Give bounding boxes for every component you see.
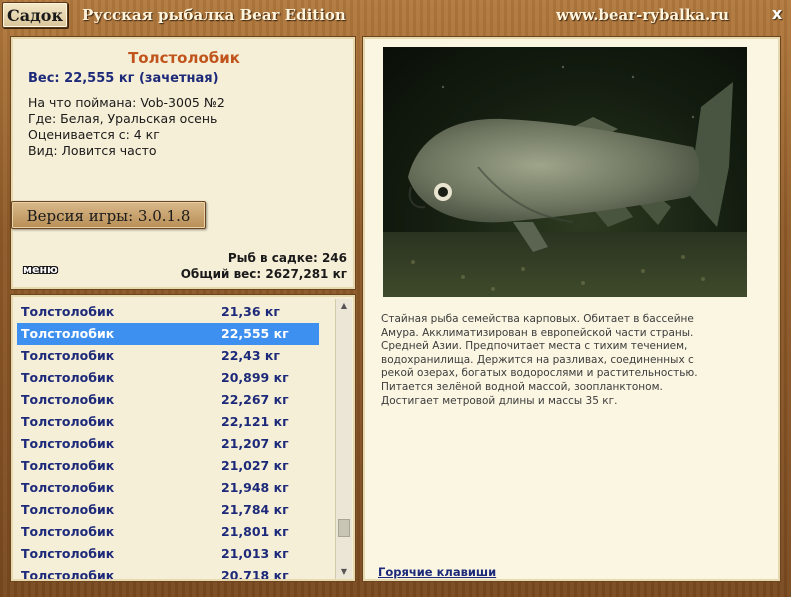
- list-item-fish-name: Толстолобик: [21, 524, 115, 539]
- fish-description: Стайная рыба семейства карповых. Обитает…: [381, 313, 698, 407]
- list-item[interactable]: Толстолобик 22,267 кг: [17, 389, 319, 411]
- game-version-badge: Версия игры: 3.0.1.8: [11, 201, 206, 229]
- list-item-weight: 20,899 кг: [221, 370, 289, 385]
- fish-weight: Вес: 22,555 кг (зачетная): [28, 71, 219, 86]
- list-item-weight: 21,207 кг: [221, 436, 289, 451]
- list-item-weight: 21,784 кг: [221, 502, 289, 517]
- fish-info-panel: Толстолобик Вес: 22,555 кг (зачетная) На…: [10, 36, 356, 290]
- list-scrollbar[interactable]: ▲ ▼: [335, 299, 352, 579]
- window-frame: Садок Русская рыбалка Bear Edition www.b…: [0, 0, 791, 597]
- list-item-fish-name: Толстолобик: [21, 458, 115, 473]
- list-item-fish-name: Толстолобик: [21, 326, 115, 341]
- list-item-fish-name: Толстолобик: [21, 370, 115, 385]
- list-item-weight: 20,718 кг: [221, 568, 289, 579]
- list-item-fish-name: Толстолобик: [21, 502, 115, 517]
- list-item-weight: 22,43 кг: [221, 348, 280, 363]
- list-item[interactable]: Толстолобик 21,36 кг: [17, 301, 319, 323]
- list-item-fish-name: Толстолобик: [21, 568, 115, 579]
- title-bar: Садок Русская рыбалка Bear Edition www.b…: [0, 0, 791, 32]
- fish-count-text: Рыб в садке: 246: [227, 251, 347, 265]
- scroll-down-icon[interactable]: ▼: [336, 565, 352, 579]
- list-item[interactable]: Толстолобик 22,121 кг: [17, 411, 319, 433]
- kind-text: Вид: Ловится часто: [28, 143, 157, 158]
- fish-illustration: [383, 65, 747, 297]
- list-item-weight: 21,948 кг: [221, 480, 289, 495]
- caught-with-text: На что поймана: Vob-3005 №2: [28, 95, 225, 110]
- location-text: Где: Белая, Уральская осень: [28, 111, 218, 126]
- list-item-fish-name: Толстолобик: [21, 348, 115, 363]
- list-item[interactable]: Толстолобик 20,718 кг: [17, 565, 319, 579]
- list-item-weight: 22,121 кг: [221, 414, 289, 429]
- list-item[interactable]: Толстолобик 21,207 кг: [17, 433, 319, 455]
- menu-button[interactable]: меню: [23, 263, 79, 277]
- list-item[interactable]: Толстолобик 21,948 кг: [17, 477, 319, 499]
- total-weight-text: Общий вес: 2627,281 кг: [180, 267, 347, 281]
- list-item-fish-name: Толстолобик: [21, 304, 115, 319]
- list-item[interactable]: Толстолобик 22,555 кг: [17, 323, 319, 345]
- list-item-fish-name: Толстолобик: [21, 436, 115, 451]
- valued-from-text: Оценивается с: 4 кг: [28, 127, 160, 142]
- list-item-weight: 21,36 кг: [221, 304, 280, 319]
- list-item-weight: 21,027 кг: [221, 458, 289, 473]
- list-item-fish-name: Толстолобик: [21, 414, 115, 429]
- hotkeys-link[interactable]: Горячие клавиши: [378, 565, 496, 579]
- scroll-thumb[interactable]: [338, 519, 350, 537]
- list-item[interactable]: Толстолобик 22,43 кг: [17, 345, 319, 367]
- fish-photo: [383, 47, 747, 297]
- fish-name: Толстолобик: [128, 49, 240, 67]
- scroll-up-icon[interactable]: ▲: [336, 299, 352, 313]
- list-item-fish-name: Толстолобик: [21, 546, 115, 561]
- list-item[interactable]: Толстолобик 21,027 кг: [17, 455, 319, 477]
- app-title: Русская рыбалка Bear Edition: [82, 6, 346, 24]
- list-item[interactable]: Толстолобик 21,784 кг: [17, 499, 319, 521]
- sadok-button[interactable]: Садок: [2, 2, 68, 28]
- list-item-weight: 21,801 кг: [221, 524, 289, 539]
- fish-detail-panel: Стайная рыба семейства карповых. Обитает…: [362, 36, 781, 582]
- list-item-weight: 21,013 кг: [221, 546, 289, 561]
- list-item-weight: 22,555 кг: [221, 326, 289, 341]
- catch-list-panel: Толстолобик 21,36 кг Толстолобик 22,555 кг Т…: [10, 294, 356, 582]
- site-url-link[interactable]: www.bear-rybalka.ru: [556, 6, 729, 24]
- list-item[interactable]: Толстолобик 21,013 кг: [17, 543, 319, 565]
- list-item[interactable]: Толстолобик 21,801 кг: [17, 521, 319, 543]
- list-item-fish-name: Толстолобик: [21, 392, 115, 407]
- list-item-weight: 22,267 кг: [221, 392, 289, 407]
- catch-list: Толстолобик 21,36 кг Толстолобик 22,555 кг Т…: [17, 301, 319, 579]
- list-item-fish-name: Толстолобик: [21, 480, 115, 495]
- list-item[interactable]: Толстолобик 20,899 кг: [17, 367, 319, 389]
- close-icon[interactable]: x: [769, 5, 785, 23]
